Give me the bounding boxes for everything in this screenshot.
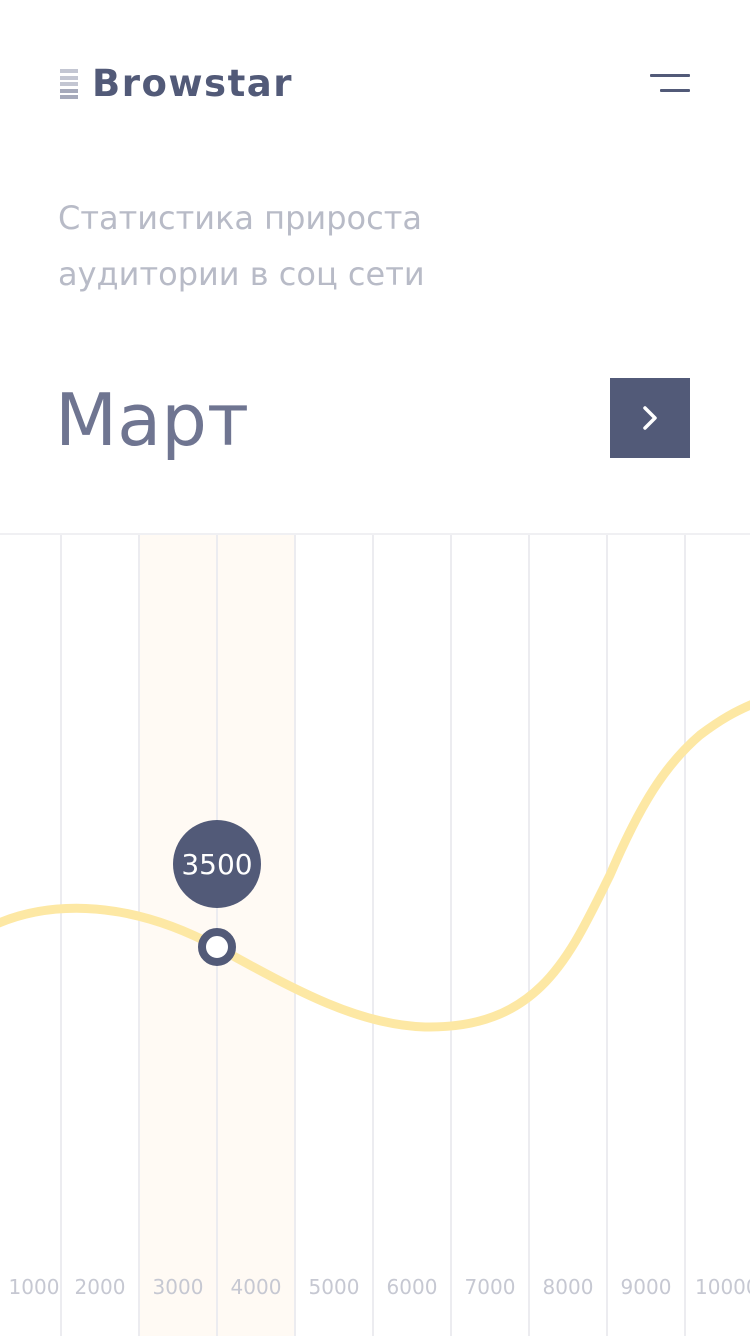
x-tick-label: 2000 xyxy=(74,1275,126,1299)
x-tick-label: 8000 xyxy=(542,1275,594,1299)
hamburger-menu-icon[interactable] xyxy=(650,74,690,94)
subtitle-line-2: аудитории в соц сети xyxy=(58,255,425,293)
page-subtitle: Статистика прироста аудитории в соц сети xyxy=(58,190,578,302)
chart-canvas xyxy=(0,535,750,1336)
next-month-button[interactable] xyxy=(610,378,690,458)
logo[interactable]: Browstar xyxy=(60,64,293,104)
x-tick-label: 10000 xyxy=(695,1275,750,1299)
month-title: Март xyxy=(55,378,249,462)
value-bubble: 3500 xyxy=(173,820,261,908)
x-tick-label: 5000 xyxy=(308,1275,360,1299)
x-tick-label: 9000 xyxy=(620,1275,672,1299)
x-tick-label: 4000 xyxy=(230,1275,282,1299)
subtitle-line-1: Статистика прироста xyxy=(58,199,422,237)
x-tick-label: 7000 xyxy=(464,1275,516,1299)
chevron-right-icon xyxy=(643,406,657,430)
x-tick-label: 6000 xyxy=(386,1275,438,1299)
series-line xyxy=(0,700,750,1032)
header: Browstar xyxy=(0,0,750,170)
selected-point[interactable] xyxy=(198,928,236,966)
x-tick-label: 3000 xyxy=(152,1275,204,1299)
logo-text: Browstar xyxy=(92,62,293,105)
audience-growth-chart: 3500 1000 2000 3000 4000 5000 6000 7000 8000 9000… xyxy=(0,533,750,1336)
logo-bars-icon xyxy=(60,69,78,99)
